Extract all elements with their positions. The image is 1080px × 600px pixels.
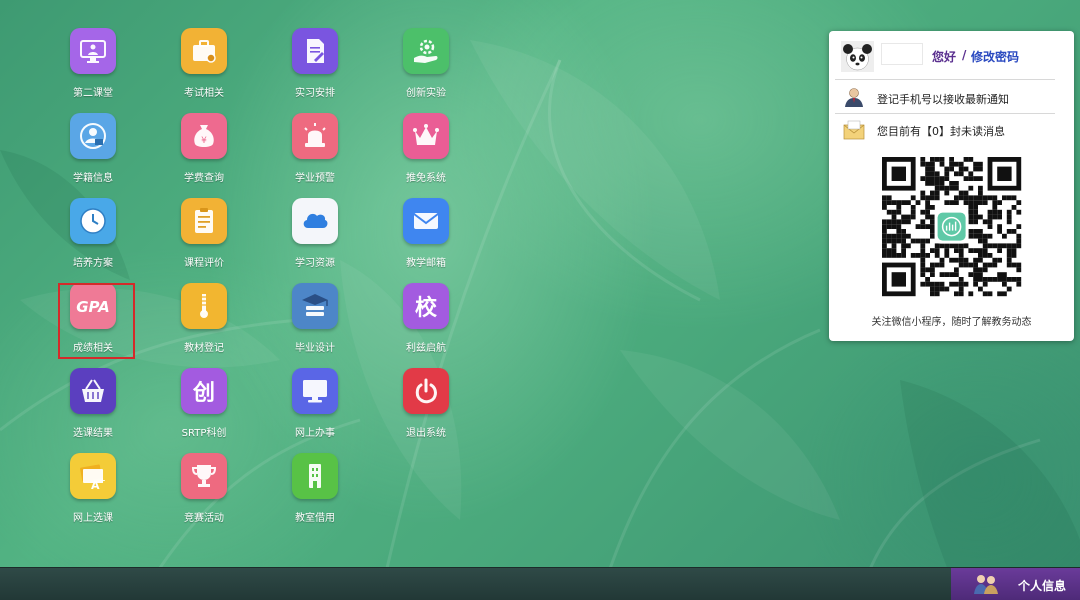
app-label: 培养方案	[73, 258, 113, 269]
app-tile[interactable]: 培养方案	[40, 198, 146, 269]
alarm-light-icon	[292, 113, 338, 159]
users-icon	[974, 575, 998, 594]
app-tile[interactable]: 竞赛活动	[151, 453, 257, 524]
personal-info-button[interactable]: 个人信息	[951, 568, 1080, 600]
app-label: 竞赛活动	[184, 513, 224, 524]
app-tile[interactable]: ¥ 学费查询	[151, 113, 257, 184]
app-tile[interactable]: 学籍信息	[40, 113, 146, 184]
app-tile[interactable]: 第二课堂	[40, 28, 146, 99]
clock-icon	[70, 198, 116, 244]
trophy-icon	[181, 453, 227, 499]
app-label: SRTP科创	[181, 428, 227, 439]
app-label: 实习安排	[295, 88, 335, 99]
app-label: 第二课堂	[73, 88, 113, 99]
cloud-icon	[292, 198, 338, 244]
app-label: 考试相关	[184, 88, 224, 99]
greeting-separator: /	[962, 48, 967, 62]
graduation-server-icon	[292, 283, 338, 329]
qr-caption: 关注微信小程序，随时了解教务动态	[871, 317, 1032, 328]
app-tile[interactable]: 实习安排	[262, 28, 368, 99]
svg-text:¥: ¥	[201, 136, 207, 146]
app-label: 创新实验	[406, 88, 446, 99]
app-label: 学籍信息	[73, 173, 113, 184]
svg-text:创: 创	[192, 381, 215, 406]
phone-register-notice[interactable]: 登记手机号以接收最新通知	[877, 91, 1009, 107]
personal-info-label: 个人信息	[1018, 579, 1067, 593]
app-tile[interactable]: A + 网上选课	[40, 453, 146, 524]
app-label: 推免系统	[406, 173, 446, 184]
computer-icon	[292, 368, 338, 414]
clipboard-list-icon	[181, 198, 227, 244]
money-bag-icon: ¥	[181, 113, 227, 159]
app-tile[interactable]: 创 SRTP科创	[151, 368, 257, 439]
app-label: 学费查询	[184, 173, 224, 184]
basket-icon	[70, 368, 116, 414]
unread-messages-notice[interactable]: 您目前有【0】封未读消息	[877, 123, 1005, 139]
user-profile-icon	[845, 88, 863, 107]
user-panel: 您好 / 修改密码 登记手机号以接收最新通知 您目前有【0】封未读消息 关注微信…	[829, 31, 1074, 341]
app-tile[interactable]: 教室借用	[262, 453, 368, 524]
app-label: 教材登记	[184, 343, 224, 354]
app-tile[interactable]: 校利兹启航	[373, 283, 479, 354]
document-pen-icon	[292, 28, 338, 74]
app-label: 毕业设计	[295, 343, 335, 354]
username-box	[881, 43, 923, 65]
app-label: 学习资源	[295, 258, 335, 269]
envelope-icon	[843, 120, 865, 140]
grade-a-plus-icon: A +	[70, 453, 116, 499]
app-label: 选课结果	[73, 428, 113, 439]
power-icon	[403, 368, 449, 414]
svg-text:+: +	[99, 476, 106, 485]
app-tile[interactable]: 教学邮箱	[373, 198, 479, 269]
briefcase-icon	[181, 28, 227, 74]
app-tile[interactable]: 选课结果	[40, 368, 146, 439]
svg-text:校: 校	[415, 295, 438, 321]
qr-code-image	[873, 148, 1030, 305]
student-card-icon	[70, 113, 116, 159]
mail-icon	[403, 198, 449, 244]
app-label: 退出系统	[406, 428, 446, 439]
app-label: 利兹启航	[406, 343, 446, 354]
app-tile[interactable]: 考试相关	[151, 28, 257, 99]
monitor-person-icon	[70, 28, 116, 74]
app-tile[interactable]: 学习资源	[262, 198, 368, 269]
app-tile[interactable]: 教材登记	[151, 283, 257, 354]
app-tile[interactable]: 毕业设计	[262, 283, 368, 354]
avatar[interactable]	[841, 41, 874, 72]
app-label: 网上办事	[295, 428, 335, 439]
change-password-link[interactable]: 修改密码	[971, 48, 1019, 65]
app-tile[interactable]: 学业预警	[262, 113, 368, 184]
school-char-icon: 校	[403, 283, 449, 329]
zipper-folder-icon	[181, 283, 227, 329]
app-tile[interactable]: 推免系统	[373, 113, 479, 184]
divider	[835, 113, 1055, 114]
app-label: 学业预警	[295, 173, 335, 184]
greeting-text: 您好	[932, 50, 957, 64]
app-tile[interactable]: 创新实验	[373, 28, 479, 99]
bottom-taskbar: 个人信息	[0, 567, 1080, 600]
app-tile[interactable]: 网上办事	[262, 368, 368, 439]
panda-avatar-icon	[841, 41, 874, 72]
app-label: 网上选课	[73, 513, 113, 524]
app-label: 教学邮箱	[406, 258, 446, 269]
app-label: 教室借用	[295, 513, 335, 524]
qr-code-icon	[882, 157, 1022, 297]
building-icon	[292, 453, 338, 499]
app-tile[interactable]: 课程评价	[151, 198, 257, 269]
gpa-highlight-box	[58, 283, 135, 359]
app-label: 课程评价	[184, 258, 224, 269]
divider	[835, 79, 1055, 80]
crown-icon	[403, 113, 449, 159]
app-tile[interactable]: 退出系统	[373, 368, 479, 439]
chuang-char-icon: 创	[181, 368, 227, 414]
hand-gear-icon	[403, 28, 449, 74]
